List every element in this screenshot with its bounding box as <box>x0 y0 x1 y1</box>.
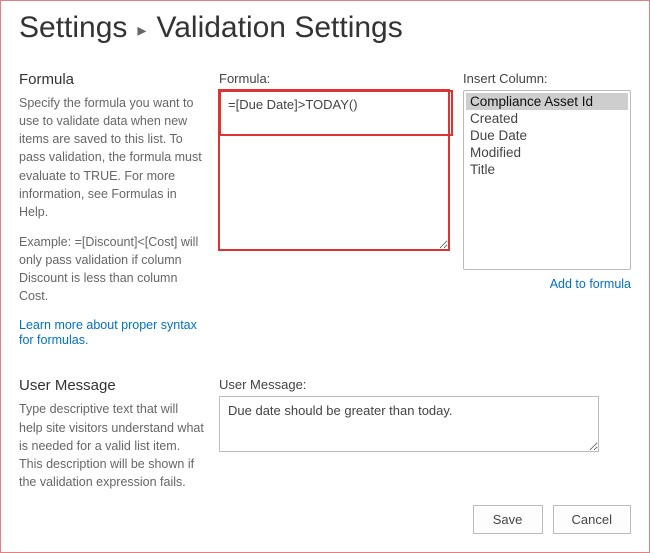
user-message-field-label: User Message: <box>219 377 599 392</box>
formula-example-text: Example: =[Discount]<[Cost] will only pa… <box>19 233 205 306</box>
insert-column-label: Insert Column: <box>463 71 631 86</box>
breadcrumb-parent[interactable]: Settings <box>19 11 127 45</box>
breadcrumb-current: Validation Settings <box>156 11 402 45</box>
column-option[interactable]: Due Date <box>466 127 628 144</box>
formula-help-column: Formula Specify the formula you want to … <box>19 71 219 347</box>
insert-column-list[interactable]: Compliance Asset IdCreatedDue DateModifi… <box>463 90 631 270</box>
save-button[interactable]: Save <box>473 505 543 534</box>
user-message-help: Type descriptive text that will help sit… <box>19 400 205 491</box>
column-option[interactable]: Compliance Asset Id <box>466 93 628 110</box>
column-option[interactable]: Modified <box>466 144 628 161</box>
validation-settings-page: Settings ▸ Validation Settings Formula S… <box>0 0 650 553</box>
add-to-formula-link[interactable]: Add to formula <box>550 277 631 291</box>
formula-textarea[interactable] <box>219 90 449 250</box>
cancel-button[interactable]: Cancel <box>553 505 631 534</box>
user-message-title: User Message <box>19 377 205 394</box>
breadcrumb: Settings ▸ Validation Settings <box>19 11 631 45</box>
user-message-textarea[interactable] <box>219 396 599 452</box>
formula-section-title: Formula <box>19 71 205 88</box>
user-message-section: User Message Type descriptive text that … <box>19 377 631 503</box>
chevron-right-icon: ▸ <box>137 17 146 39</box>
learn-more-link[interactable]: Learn more about proper syntax for formu… <box>19 318 197 347</box>
footer-buttons: Save Cancel <box>473 505 631 534</box>
formula-fields: Formula: Insert Column: Compliance Asset… <box>219 71 631 347</box>
user-message-help-column: User Message Type descriptive text that … <box>19 377 219 503</box>
insert-column-wrap: Insert Column: Compliance Asset IdCreate… <box>463 71 631 347</box>
column-option[interactable]: Created <box>466 110 628 127</box>
formula-field-wrap: Formula: <box>219 71 449 347</box>
formula-help-text: Specify the formula you want to use to v… <box>19 94 205 221</box>
user-message-field-wrap: User Message: <box>219 377 599 503</box>
formula-section: Formula Specify the formula you want to … <box>19 71 631 347</box>
column-option[interactable]: Title <box>466 161 628 178</box>
formula-field-label: Formula: <box>219 71 449 86</box>
